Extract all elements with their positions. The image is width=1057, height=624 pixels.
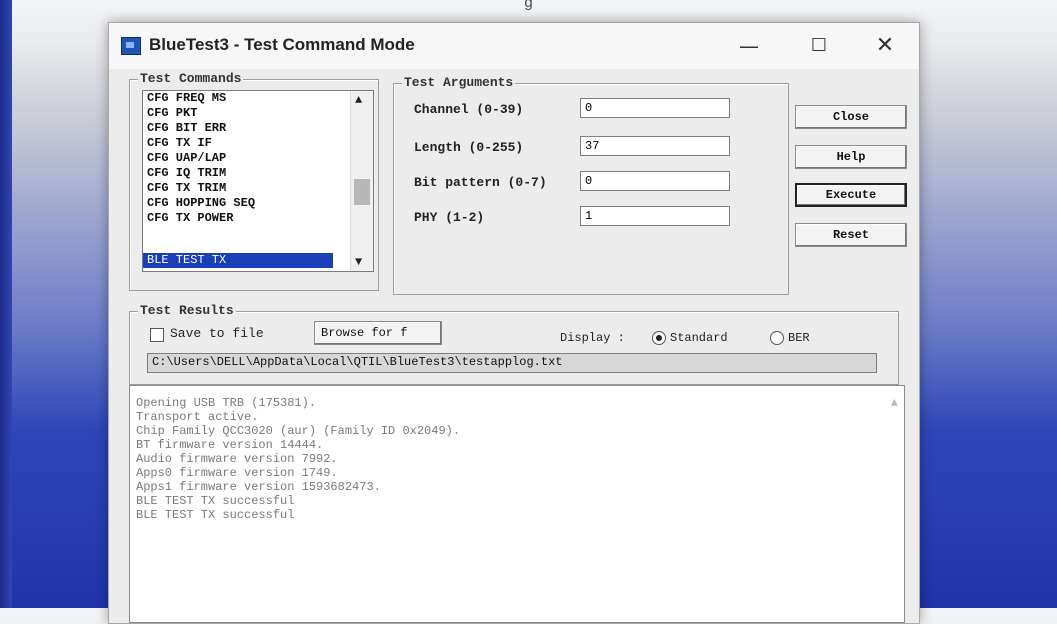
test-arguments-group: Test Arguments Channel (0-39) Length (0-… (393, 75, 789, 295)
browse-button[interactable]: Browse for f (314, 321, 442, 345)
log-line: BT firmware version 14444. (136, 438, 324, 452)
bluetest-window: BlueTest3 - Test Command Mode — ☐ ✕ Test… (108, 22, 920, 624)
ber-radio[interactable] (770, 331, 784, 345)
test-results-group: Test Results Save to file Browse for f D… (129, 303, 899, 385)
log-line: Opening USB TRB (175381). (136, 396, 317, 410)
desktop-background-strip (0, 0, 12, 608)
execute-button[interactable]: Execute (795, 183, 907, 207)
test-arguments-label: Test Arguments (402, 75, 516, 90)
list-item[interactable]: CFG FREQ MS (143, 91, 373, 106)
scroll-up-icon[interactable]: ▲ (891, 396, 898, 410)
log-line: Apps0 firmware version 1749. (136, 466, 338, 480)
log-line: Transport active. (136, 410, 259, 424)
channel-label: Channel (0-39) (414, 102, 524, 117)
app-icon (121, 37, 141, 55)
test-commands-list[interactable]: CFG FREQ MS CFG PKT CFG BIT ERR CFG TX I… (142, 90, 374, 272)
log-line: Audio firmware version 7992. (136, 452, 338, 466)
list-item[interactable]: CFG PKT (143, 106, 373, 121)
standard-radio-label: Standard (670, 331, 728, 345)
reset-button[interactable]: Reset (795, 223, 907, 247)
list-item[interactable]: CFG HOPPING SEQ (143, 196, 373, 211)
length-input[interactable] (580, 136, 730, 156)
test-results-label: Test Results (138, 303, 236, 318)
log-line: BLE TEST TX successful (136, 508, 295, 522)
list-item[interactable]: CFG UAP/LAP (143, 151, 373, 166)
test-commands-label: Test Commands (138, 71, 244, 86)
list-item[interactable]: CFG BIT ERR (143, 121, 373, 136)
phy-label: PHY (1-2) (414, 210, 485, 225)
bit-pattern-label: Bit pattern (0-7) (414, 175, 547, 190)
log-line: BLE TEST TX successful (136, 494, 295, 508)
maximize-button[interactable]: ☐ (799, 31, 839, 61)
close-window-button[interactable]: ✕ (865, 31, 905, 61)
log-line: Chip Family QCC3020 (aur) (Family ID 0x2… (136, 424, 461, 438)
list-item[interactable]: CFG IQ TRIM (143, 166, 373, 181)
list-item[interactable]: CFG TX IF (143, 136, 373, 151)
length-label: Length (0-255) (414, 140, 524, 155)
selected-list-item[interactable]: BLE TEST TX (143, 253, 333, 268)
title-bar[interactable]: BlueTest3 - Test Command Mode — ☐ ✕ (109, 23, 919, 69)
bit-pattern-input[interactable] (580, 171, 730, 191)
test-commands-group: Test Commands CFG FREQ MS CFG PKT CFG BI… (129, 71, 379, 291)
log-output[interactable]: Opening USB TRB (175381). Transport acti… (129, 385, 905, 623)
log-file-path-field[interactable]: C:\Users\DELL\AppData\Local\QTIL\BlueTes… (147, 353, 877, 373)
log-line: Apps1 firmware version 1593682473. (136, 480, 381, 494)
partial-caption-text: g (524, 0, 533, 11)
save-to-file-checkbox[interactable] (150, 328, 164, 342)
scroll-down-icon[interactable]: ▼ (355, 255, 362, 269)
save-to-file-label: Save to file (170, 326, 264, 341)
close-button[interactable]: Close (795, 105, 907, 129)
help-button[interactable]: Help (795, 145, 907, 169)
window-title: BlueTest3 - Test Command Mode (149, 35, 415, 54)
list-item[interactable]: CFG TX TRIM (143, 181, 373, 196)
list-item[interactable]: CFG TX POWER (143, 211, 373, 226)
display-label: Display : (560, 331, 625, 345)
standard-radio[interactable] (652, 331, 666, 345)
phy-input[interactable] (580, 206, 730, 226)
scroll-thumb[interactable] (354, 179, 370, 205)
list-scrollbar[interactable]: ▲ ▼ (350, 91, 373, 271)
minimize-button[interactable]: — (729, 31, 769, 61)
channel-input[interactable] (580, 98, 730, 118)
scroll-up-icon[interactable]: ▲ (355, 93, 362, 107)
ber-radio-label: BER (788, 331, 810, 345)
